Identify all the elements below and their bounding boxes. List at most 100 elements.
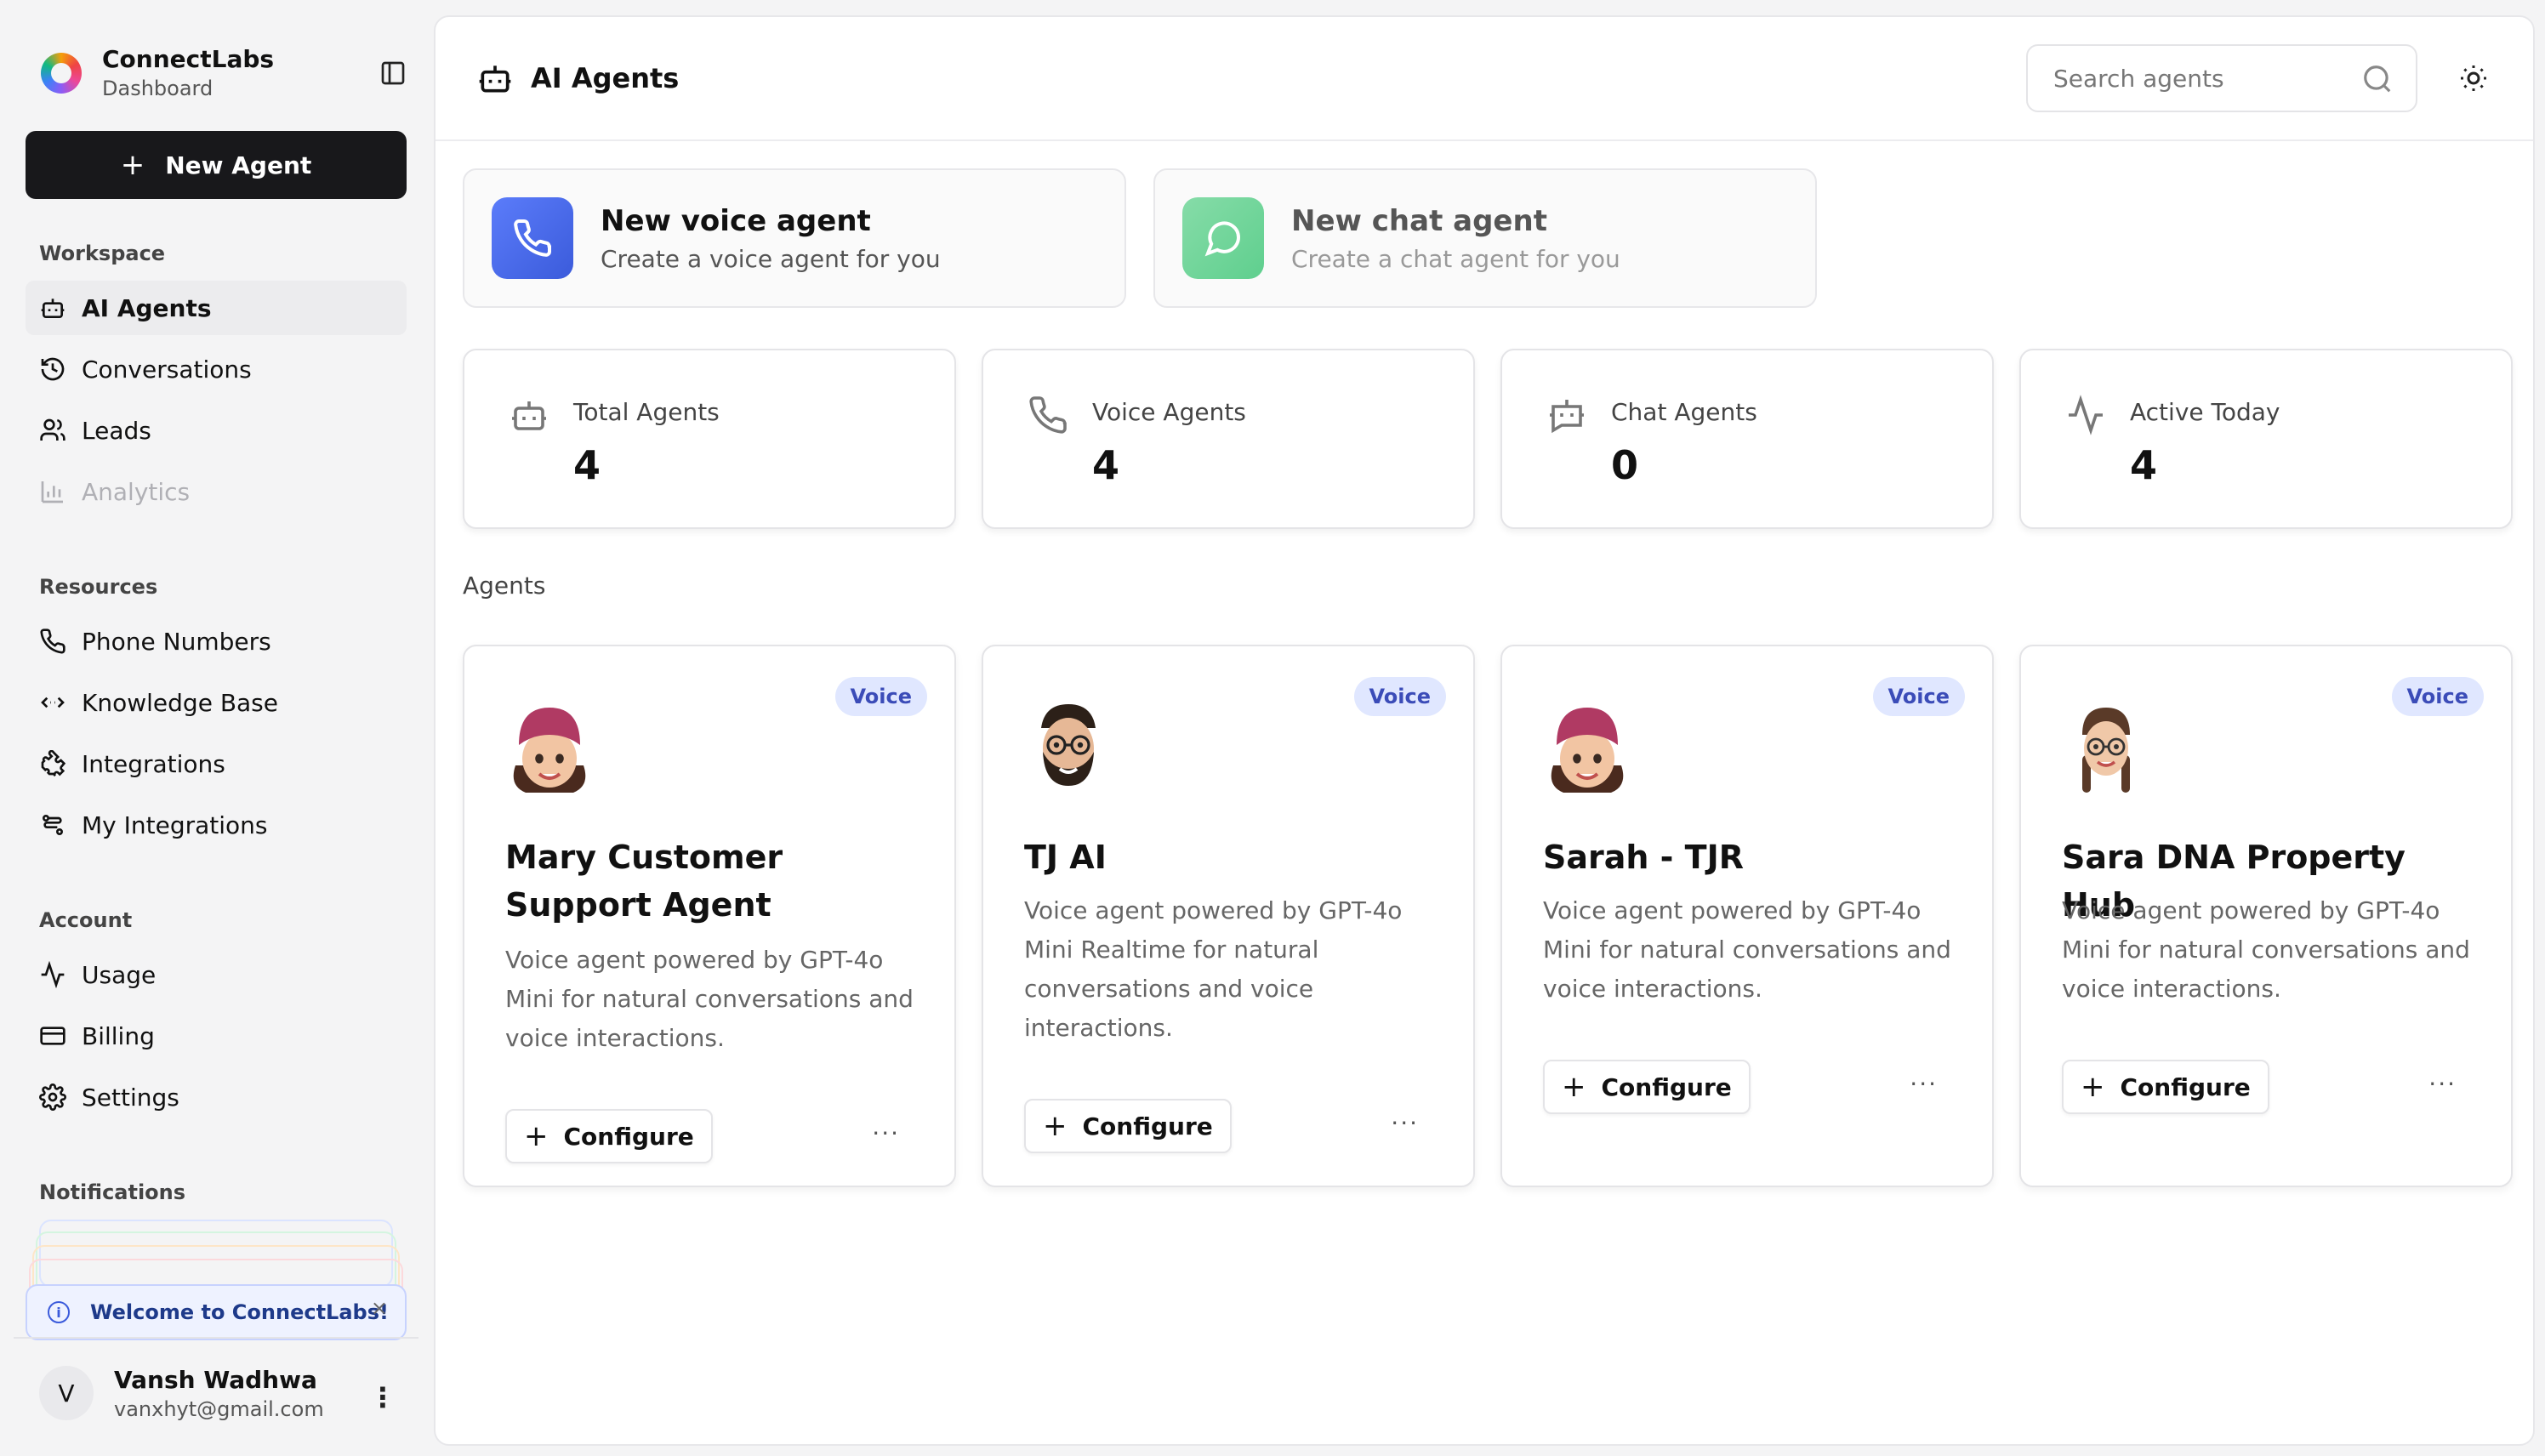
bot-icon	[512, 401, 546, 430]
phone-icon	[492, 197, 573, 279]
agent-card[interactable]: Voice TJ AI Voice agent powered by GPT-4…	[982, 645, 1475, 1187]
more-horizontal-icon[interactable]: ···	[1910, 1070, 1938, 1098]
sidebar-item-label: Knowledge Base	[82, 688, 278, 717]
resources-label: Resources	[39, 575, 158, 599]
configure-label: Configure	[1082, 1112, 1213, 1140]
configure-button[interactable]: + Configure	[2062, 1060, 2269, 1114]
agent-card[interactable]: Voice Sarah - TJR Voice agent powered by…	[1500, 645, 1994, 1187]
configure-button[interactable]: + Configure	[505, 1109, 713, 1163]
more-vertical-icon[interactable]: ⋮	[369, 1381, 396, 1413]
sidebar-item-label: Analytics	[82, 477, 191, 506]
woman-braids-glasses-avatar-icon	[2082, 708, 2130, 793]
sidebar-item-billing[interactable]: Billing	[26, 1009, 407, 1063]
agent-type-badge: Voice	[2391, 677, 2484, 716]
sidebar-item-label: Leads	[82, 416, 151, 445]
stat-value: 4	[1092, 442, 1120, 488]
sidebar-item-label: Settings	[82, 1083, 179, 1112]
brand: ConnectLabs Dashboard	[41, 39, 407, 107]
search-icon	[2364, 65, 2391, 93]
sidebar-item-ai-agents[interactable]: AI Agents	[26, 281, 407, 335]
create-card-title: New voice agent	[601, 203, 871, 238]
sidebar-item-label: AI Agents	[82, 293, 212, 322]
stat-value: 4	[2130, 442, 2158, 488]
new-voice-agent-card[interactable]: New voice agent Create a voice agent for…	[463, 168, 1126, 308]
man-beard-glasses-avatar-icon	[1041, 704, 1096, 786]
create-card-title: New chat agent	[1291, 203, 1547, 238]
agent-description: Voice agent powered by GPT-4o Mini for n…	[2062, 896, 2470, 1003]
create-card-subtitle: Create a voice agent for you	[601, 244, 941, 273]
bar-chart-icon	[41, 481, 63, 503]
stat-card-chat-agents: Chat Agents 0	[1500, 349, 1994, 529]
page-title-text: AI Agents	[531, 62, 680, 94]
create-card-subtitle: Create a chat agent for you	[1291, 244, 1620, 273]
sidebar-item-label: Billing	[82, 1021, 155, 1050]
info-icon: i	[48, 1301, 70, 1323]
new-agent-button[interactable]: + New Agent	[26, 131, 407, 199]
sidebar-item-conversations[interactable]: Conversations	[26, 342, 407, 396]
sidebar-item-label: Integrations	[82, 749, 225, 778]
configure-label: Configure	[1601, 1072, 1732, 1101]
chat-bubble-icon	[1182, 197, 1264, 279]
sidebar-item-label: Conversations	[82, 355, 252, 384]
configure-button[interactable]: + Configure	[1543, 1060, 1751, 1114]
agent-name: Sarah - TJR	[1543, 839, 1744, 876]
more-horizontal-icon[interactable]: ···	[2428, 1070, 2457, 1098]
avatar: V	[39, 1366, 94, 1420]
plus-icon: +	[2081, 1070, 2105, 1104]
header: AI Agents Search agents	[436, 17, 2533, 141]
main-panel: AI Agents Search agents New voice agent …	[434, 15, 2535, 1446]
plus-icon: +	[1562, 1070, 1586, 1104]
brand-title: ConnectLabs	[102, 45, 275, 73]
new-agent-label: New Agent	[165, 151, 312, 179]
stat-value: 4	[573, 442, 601, 488]
agent-type-badge: Voice	[1872, 677, 1965, 716]
search-input[interactable]: Search agents	[2026, 44, 2417, 112]
sidebar-item-knowledge-base[interactable]: Knowledge Base	[26, 675, 407, 730]
user-name: Vansh Wadhwa	[114, 1365, 317, 1394]
users-icon	[40, 418, 65, 441]
more-horizontal-icon[interactable]: ···	[872, 1119, 900, 1147]
more-horizontal-icon[interactable]: ···	[1391, 1109, 1419, 1137]
agent-description: Voice agent powered by GPT-4o Mini for n…	[505, 946, 914, 1052]
sidebar-toggle-icon[interactable]	[379, 60, 407, 87]
sidebar-item-usage[interactable]: Usage	[26, 947, 407, 1002]
sun-icon[interactable]	[2458, 63, 2489, 94]
woman-beanie-avatar-icon	[1551, 708, 1624, 793]
agent-type-badge: Voice	[834, 677, 927, 716]
chat-bot-icon	[1550, 400, 1584, 434]
configure-button[interactable]: + Configure	[1024, 1099, 1232, 1153]
sidebar-item-leads[interactable]: Leads	[26, 403, 407, 458]
stat-value: 0	[1611, 442, 1639, 488]
search-placeholder: Search agents	[2053, 64, 2224, 93]
plus-icon: +	[120, 148, 145, 182]
configure-label: Configure	[563, 1122, 694, 1151]
puzzle-icon	[41, 750, 66, 777]
new-chat-agent-card[interactable]: New chat agent Create a chat agent for y…	[1153, 168, 1817, 308]
sidebar-item-integrations[interactable]: Integrations	[26, 737, 407, 791]
bot-icon	[41, 299, 65, 318]
sidebar-item-phone-numbers[interactable]: Phone Numbers	[26, 614, 407, 668]
agent-card[interactable]: Voice Mary Customer Support Agent Voice …	[463, 645, 956, 1187]
code-brackets-icon	[41, 697, 65, 708]
user-profile[interactable]: V Vansh Wadhwa vanxhyt@gmail.com ⋮	[14, 1337, 418, 1447]
agent-name: Mary Customer Support Agent	[505, 839, 783, 924]
sidebar-item-settings[interactable]: Settings	[26, 1070, 407, 1124]
stat-card-active-today: Active Today 4	[2019, 349, 2513, 529]
agent-type-badge: Voice	[1353, 677, 1446, 716]
stat-label: Chat Agents	[1611, 398, 1757, 426]
account-label: Account	[39, 908, 133, 932]
agents-heading: Agents	[463, 572, 546, 600]
notification-card[interactable]: i Welcome to ConnectLabs! ×	[26, 1284, 407, 1340]
stat-label: Active Today	[2130, 398, 2280, 426]
stat-card-voice-agents: Voice Agents 4	[982, 349, 1475, 529]
phone-icon	[1029, 396, 1067, 434]
workflow-icon	[43, 815, 63, 835]
history-icon	[41, 357, 65, 381]
sidebar-item-my-integrations[interactable]: My Integrations	[26, 798, 407, 852]
sidebar-item-analytics[interactable]: Analytics	[26, 464, 407, 519]
close-icon[interactable]: ×	[371, 1296, 388, 1320]
activity-icon	[41, 961, 65, 988]
notification-stack: i Welcome to ConnectLabs! ×	[26, 1216, 407, 1340]
brand-subtitle: Dashboard	[102, 77, 214, 100]
agent-card[interactable]: Voice Sara DNA Property Hub Voice agent …	[2019, 645, 2513, 1187]
